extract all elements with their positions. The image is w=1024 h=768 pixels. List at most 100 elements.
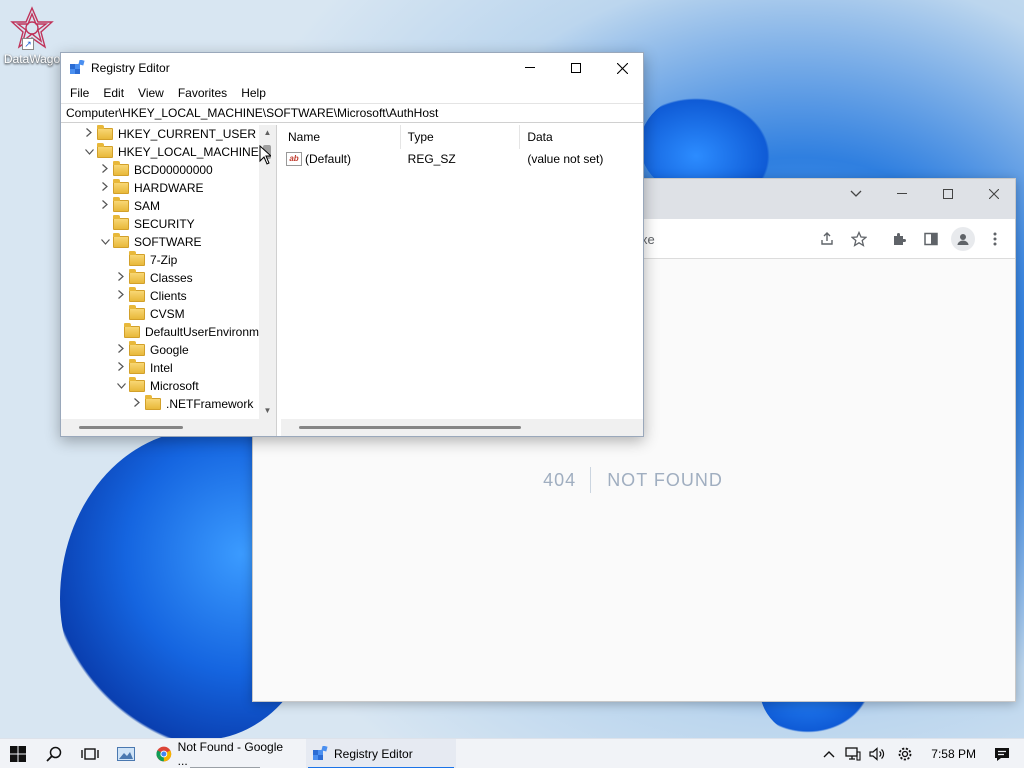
settings-gear-icon[interactable] [893, 739, 917, 768]
error-code: 404 [529, 467, 592, 493]
tree-item-label: BCD00000000 [134, 163, 213, 177]
show-hidden-icons-chevron-icon[interactable] [817, 739, 841, 768]
tree-item[interactable]: BCD00000000 [61, 161, 259, 179]
bookmark-star-icon[interactable] [847, 227, 871, 251]
maximize-button[interactable] [553, 53, 599, 83]
column-header-name[interactable]: Name [281, 125, 401, 149]
scroll-thumb[interactable] [79, 426, 183, 429]
list-horizontal-scrollbar[interactable] [281, 419, 643, 436]
tree-item-label: CVSM [150, 307, 185, 321]
tree-item-label: SECURITY [134, 217, 195, 231]
tree-item[interactable]: SECURITY [61, 215, 259, 233]
minimize-button[interactable] [879, 179, 925, 209]
tree-vertical-scrollbar[interactable]: ▲ ▼ [259, 125, 276, 419]
search-icon[interactable] [36, 739, 72, 768]
tree-item[interactable]: SAM [61, 197, 259, 215]
close-button[interactable] [971, 179, 1017, 209]
registry-app-icon [70, 60, 85, 74]
menu-file[interactable]: File [63, 86, 96, 100]
menu-kebab-icon[interactable] [983, 227, 1007, 251]
scroll-down-arrow-icon[interactable]: ▼ [259, 403, 276, 419]
value-name-cell: ab (Default) [281, 152, 401, 167]
tree-item[interactable]: HKEY_LOCAL_MACHINE [61, 143, 259, 161]
address-bar[interactable]: Computer\HKEY_LOCAL_MACHINE\SOFTWARE\Mic… [61, 103, 643, 123]
tree-item-label: Intel [150, 361, 173, 375]
minimize-button[interactable] [507, 53, 553, 83]
share-icon[interactable] [815, 227, 839, 251]
registry-editor-window[interactable]: Registry Editor File Edit View Favorites… [60, 52, 644, 437]
network-icon[interactable] [841, 739, 865, 768]
shortcut-arrow-icon: ↗ [22, 38, 34, 50]
tree-item[interactable]: CVSM [61, 305, 259, 323]
expanded-chevron-icon[interactable] [99, 237, 111, 248]
scroll-thumb[interactable] [299, 426, 521, 429]
error-text: NOT FOUND [607, 470, 723, 490]
tree-item[interactable]: Google [61, 341, 259, 359]
tab-search-icon[interactable] [833, 179, 879, 209]
menu-favorites[interactable]: Favorites [171, 86, 234, 100]
start-button[interactable] [0, 739, 36, 768]
extensions-icon[interactable] [887, 227, 911, 251]
list-header: Name Type Data [281, 125, 643, 149]
taskbar-item-chrome[interactable]: Not Found - Google ... [150, 739, 300, 768]
volume-icon[interactable] [865, 739, 889, 768]
notifications-icon[interactable] [990, 739, 1014, 768]
tree-item[interactable]: 7-Zip [61, 251, 259, 269]
collapsed-chevron-icon[interactable] [131, 398, 143, 410]
tree-item-label: Microsoft [150, 379, 199, 393]
collapsed-chevron-icon[interactable] [83, 128, 95, 140]
folder-icon [97, 143, 113, 158]
photos-app-icon[interactable] [108, 739, 144, 768]
key-tree-pane: HKEY_CURRENT_USER HKEY_LOCAL_MACHINE BCD00… [61, 125, 277, 436]
profile-avatar-icon[interactable] [951, 227, 975, 251]
tree-item[interactable]: Intel [61, 359, 259, 377]
expanded-chevron-icon[interactable] [115, 381, 127, 392]
collapsed-chevron-icon[interactable] [115, 272, 127, 284]
menu-edit[interactable]: Edit [96, 86, 131, 100]
tree-item[interactable]: DefaultUserEnvironm [61, 323, 259, 341]
desktop-shortcut-datawago[interactable]: ↗ DataWago [2, 6, 62, 66]
collapsed-chevron-icon[interactable] [99, 200, 111, 212]
tree-item[interactable]: HKEY_CURRENT_USER [61, 125, 259, 143]
collapsed-chevron-icon[interactable] [115, 362, 127, 374]
taskbar-clock[interactable]: 7:58 PM [917, 747, 990, 761]
registry-titlebar[interactable]: Registry Editor [61, 53, 643, 83]
tree-horizontal-scrollbar[interactable] [61, 419, 276, 436]
folder-icon [129, 287, 145, 302]
maximize-button[interactable] [925, 179, 971, 209]
collapsed-chevron-icon[interactable] [115, 344, 127, 356]
menu-bar: File Edit View Favorites Help [61, 83, 643, 103]
collapsed-chevron-icon[interactable] [99, 182, 111, 194]
string-value-icon: ab [286, 152, 302, 167]
taskbar-item-registry-editor[interactable]: Registry Editor [306, 738, 456, 768]
window-title: Registry Editor [91, 61, 170, 75]
scroll-up-arrow-icon[interactable]: ▲ [259, 125, 276, 141]
tree-item[interactable]: Microsoft [61, 377, 259, 395]
tree-item-label: HARDWARE [134, 181, 204, 195]
tree-item-label: 7-Zip [150, 253, 178, 267]
tree-item[interactable]: Classes [61, 269, 259, 287]
folder-icon [129, 305, 145, 320]
menu-help[interactable]: Help [234, 86, 273, 100]
folder-icon [129, 359, 145, 374]
collapsed-chevron-icon[interactable] [115, 290, 127, 302]
folder-icon [145, 395, 161, 410]
close-button[interactable] [599, 53, 645, 83]
column-header-data[interactable]: Data [520, 125, 643, 149]
column-header-type[interactable]: Type [401, 125, 521, 149]
tree-item[interactable]: SOFTWARE [61, 233, 259, 251]
key-tree: HKEY_CURRENT_USER HKEY_LOCAL_MACHINE BCD00… [61, 125, 259, 419]
expanded-chevron-icon[interactable] [83, 147, 95, 158]
tree-item[interactable]: Clients [61, 287, 259, 305]
folder-icon [113, 161, 129, 176]
task-view-icon[interactable] [72, 739, 108, 768]
desktop-icon-label: DataWago [3, 52, 61, 66]
side-panel-icon[interactable] [919, 227, 943, 251]
list-item[interactable]: ab (Default) REG_SZ (value not set) [281, 149, 643, 169]
collapsed-chevron-icon[interactable] [99, 164, 111, 176]
folder-icon [129, 251, 145, 266]
tree-item[interactable]: .NETFramework [61, 395, 259, 413]
menu-view[interactable]: View [131, 86, 171, 100]
registry-app-icon [313, 745, 328, 760]
tree-item[interactable]: HARDWARE [61, 179, 259, 197]
